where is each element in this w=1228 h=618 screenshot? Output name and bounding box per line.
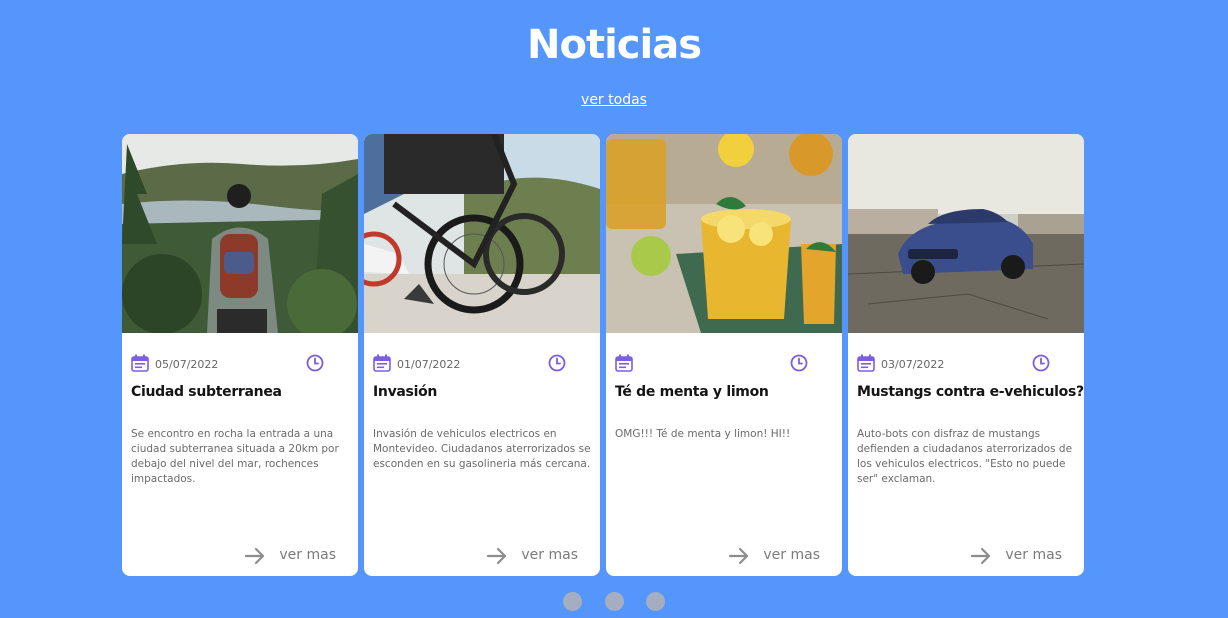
card-meta: 03/07/2022	[857, 354, 1075, 374]
hiker-with-backpack-photo	[122, 134, 358, 333]
card-meta: 01/07/2022	[373, 354, 591, 374]
news-cards: 05/07/2022 Ciudad subterranea Se encontr…	[122, 134, 1092, 576]
page-title: Noticias	[526, 22, 702, 68]
read-more-label: ver mas	[763, 547, 820, 563]
read-more-label: ver mas	[521, 547, 578, 563]
card-meta: 05/07/2022	[131, 354, 349, 374]
card-title: Té de menta y limon	[615, 384, 769, 400]
calendar-icon	[615, 354, 633, 372]
card-text: Invasión de vehiculos electricos en Mont…	[373, 428, 591, 470]
calendar-icon	[131, 354, 149, 372]
arrow-right-icon	[970, 547, 991, 565]
arrow-right-icon	[486, 547, 507, 565]
carousel-pagination	[0, 592, 1228, 615]
see-all-link[interactable]: ver todas	[581, 92, 647, 108]
card-title: Mustangs contra e-vehiculos?	[857, 384, 1084, 400]
read-more-label: ver mas	[1005, 547, 1062, 563]
carousel-dot-2[interactable]	[604, 592, 624, 611]
arrow-right-icon	[244, 547, 265, 565]
card-image	[848, 134, 1084, 333]
card-date: 03/07/2022	[881, 358, 945, 371]
card-image	[122, 134, 358, 333]
news-card[interactable]: 03/07/2022 Mustangs contra e-vehiculos? …	[848, 134, 1084, 576]
blue-muscle-car-photo	[848, 134, 1084, 333]
card-text: Se encontro en rocha la entrada a una ci…	[131, 428, 339, 485]
card-meta	[615, 354, 833, 374]
card-title: Invasión	[373, 384, 438, 400]
clock-icon	[306, 354, 324, 372]
news-card[interactable]: Té de menta y limon OMG!!! Té de menta y…	[606, 134, 842, 576]
electric-bicycle-photo	[364, 134, 600, 333]
card-date: 01/07/2022	[397, 358, 461, 371]
news-card[interactable]: 05/07/2022 Ciudad subterranea Se encontr…	[122, 134, 358, 576]
news-header: Noticias ver todas	[0, 22, 1228, 108]
read-more-label: ver mas	[279, 547, 336, 563]
card-text: Auto-bots con disfraz de mustangs defien…	[857, 428, 1073, 485]
card-image	[606, 134, 842, 333]
carousel-dot-1[interactable]	[563, 592, 583, 611]
mint-lemon-tea-photo	[606, 134, 842, 333]
news-card[interactable]: 01/07/2022 Invasión Invasión de vehiculo…	[364, 134, 600, 576]
clock-icon	[548, 354, 566, 372]
arrow-right-icon	[728, 547, 749, 565]
clock-icon	[1032, 354, 1050, 372]
calendar-icon	[373, 354, 391, 372]
clock-icon	[790, 354, 808, 372]
carousel-dot-3[interactable]	[645, 592, 665, 611]
card-text: OMG!!! Té de menta y limon! HI!!	[615, 428, 791, 440]
card-image	[364, 134, 600, 333]
calendar-icon	[857, 354, 875, 372]
card-title: Ciudad subterranea	[131, 384, 282, 400]
card-date: 05/07/2022	[155, 358, 219, 371]
